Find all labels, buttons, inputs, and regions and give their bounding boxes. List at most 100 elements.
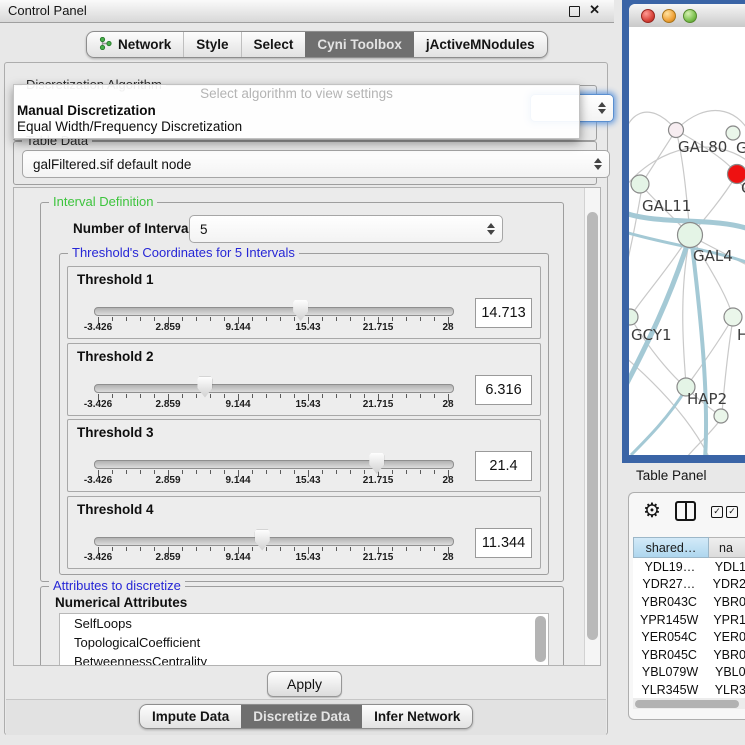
checkbox-icon[interactable]: ✓ <box>711 506 723 518</box>
network-node[interactable] <box>669 123 684 138</box>
dropdown-option[interactable]: Manual Discretization <box>14 103 579 119</box>
tick-mark <box>224 547 225 551</box>
tick-mark <box>434 470 435 474</box>
threshold-slider-track[interactable] <box>94 384 454 393</box>
threshold-slider-knob[interactable] <box>255 530 270 551</box>
table-row[interactable]: YDL19…YDL1 <box>633 558 745 576</box>
tick-mark <box>420 394 421 398</box>
horizontal-scrollbar[interactable] <box>633 698 745 709</box>
column-header-shared-name[interactable]: shared… <box>633 537 709 558</box>
table-data-combobox[interactable]: galFiltered.sif default node <box>22 150 610 178</box>
tick-label: 28 <box>442 552 453 563</box>
threshold-slider-knob[interactable] <box>293 300 308 321</box>
network-node[interactable] <box>724 308 742 326</box>
table-panel-title: Table Panel <box>636 468 707 483</box>
network-edge[interactable] <box>642 130 676 183</box>
tick-mark <box>182 317 183 321</box>
threshold-slider-track[interactable] <box>94 307 454 316</box>
list-item[interactable]: BetweennessCentrality <box>60 652 548 666</box>
tab-jactivemnodules[interactable]: jActiveMNodules <box>414 32 547 57</box>
tab-cyni-toolbox[interactable]: Cyni Toolbox <box>305 32 414 57</box>
threshold-slider-track[interactable] <box>94 460 454 469</box>
numerical-attributes-list[interactable]: SelfLoopsTopologicalCoefficientBetweenne… <box>59 613 549 666</box>
tab-impute-data[interactable]: Impute Data <box>140 705 241 728</box>
zoom-traffic-light[interactable] <box>683 9 697 23</box>
network-node[interactable] <box>726 126 740 140</box>
cell-name: YDR2 <box>705 577 745 591</box>
tab-infer-network[interactable]: Infer Network <box>362 705 472 728</box>
threshold-value-field[interactable]: 21.4 <box>475 451 532 481</box>
tick-mark <box>336 394 337 398</box>
network-edge[interactable] <box>632 236 689 314</box>
table-row[interactable]: YBL079WYBL0 <box>633 664 745 682</box>
checkbox-icon[interactable]: ✓ <box>726 506 738 518</box>
list-item[interactable]: SelfLoops <box>60 614 548 633</box>
tick-mark <box>406 470 407 474</box>
network-node[interactable] <box>714 409 728 423</box>
tick-mark <box>140 547 141 551</box>
tick-mark <box>434 394 435 398</box>
split-columns-icon[interactable] <box>675 501 696 521</box>
column-header-name[interactable]: na <box>709 537 745 558</box>
threshold-value-field[interactable]: 14.713 <box>475 298 532 328</box>
tick-mark <box>364 470 365 474</box>
threshold-slider-knob[interactable] <box>369 453 384 474</box>
table-row[interactable]: YPR145WYPR1 <box>633 611 745 629</box>
tick-label: 28 <box>442 399 453 410</box>
tab-style[interactable]: Style <box>183 32 240 57</box>
network-edge[interactable] <box>631 389 686 455</box>
list-scrollbar-thumb[interactable] <box>535 616 546 662</box>
network-edge[interactable] <box>629 112 676 157</box>
list-item[interactable]: TopologicalCoefficient <box>60 633 548 652</box>
apply-button[interactable]: Apply <box>267 671 342 697</box>
close-icon[interactable]: ✕ <box>589 2 600 18</box>
network-node[interactable] <box>629 309 638 325</box>
tab-select[interactable]: Select <box>241 32 306 57</box>
tick-label: 2.859 <box>155 552 180 563</box>
tick-mark <box>126 394 127 398</box>
combo-spinner-icon <box>598 102 606 114</box>
network-node[interactable] <box>678 223 703 248</box>
combo-spinner-icon <box>594 158 602 170</box>
tick-mark <box>224 470 225 474</box>
network-node-label: C <box>741 179 745 197</box>
tick-mark <box>364 547 365 551</box>
table-row[interactable]: YLR345WYLR3 <box>633 681 745 698</box>
table-row[interactable]: YDR27…YDR2 <box>633 576 745 594</box>
tick-mark <box>364 317 365 321</box>
cell-shared-name: YBR045C <box>633 648 705 662</box>
dropdown-option[interactable]: Equal Width/Frequency Discretization <box>14 119 579 135</box>
tick-mark <box>420 470 421 474</box>
horizontal-scrollbar-thumb[interactable] <box>635 700 739 708</box>
tab-network[interactable]: Network <box>87 32 183 57</box>
tick-mark <box>196 317 197 321</box>
vertical-scrollbar[interactable] <box>584 188 600 665</box>
network-edge[interactable] <box>629 187 642 272</box>
threshold-slider-track[interactable] <box>94 537 454 546</box>
network-node[interactable] <box>631 175 649 193</box>
tick-mark <box>112 470 113 474</box>
table-row[interactable]: YER054CYER0 <box>633 628 745 646</box>
table-row[interactable]: YBR045CYBR0 <box>633 646 745 664</box>
vertical-scrollbar-thumb[interactable] <box>587 212 598 640</box>
network-edge[interactable] <box>629 236 690 391</box>
tick-mark <box>294 470 295 474</box>
table-row[interactable]: YBR043CYBR0 <box>633 593 745 611</box>
threshold-value-field[interactable]: 6.316 <box>475 375 532 405</box>
tab-discretize-data[interactable]: Discretize Data <box>241 705 362 728</box>
tick-mark <box>252 317 253 321</box>
network-node-label: GAL11 <box>642 197 691 215</box>
network-canvas[interactable]: GAL80GACGAL11GAL4GCY1HHAP2 <box>629 27 745 455</box>
threshold-value-field[interactable]: 11.344 <box>475 528 532 558</box>
minimize-traffic-light[interactable] <box>662 9 676 23</box>
tick-mark <box>350 547 351 551</box>
network-window-titlebar[interactable] <box>629 4 745 28</box>
float-window-icon[interactable] <box>569 6 580 17</box>
num-intervals-combobox[interactable]: 5 <box>189 215 503 243</box>
cell-shared-name: YDL19… <box>633 560 707 574</box>
gear-icon[interactable]: ⚙ <box>643 498 661 523</box>
tick-mark <box>224 394 225 398</box>
network-edge[interactable] <box>691 237 706 455</box>
tick-mark <box>210 317 211 321</box>
close-traffic-light[interactable] <box>641 9 655 23</box>
